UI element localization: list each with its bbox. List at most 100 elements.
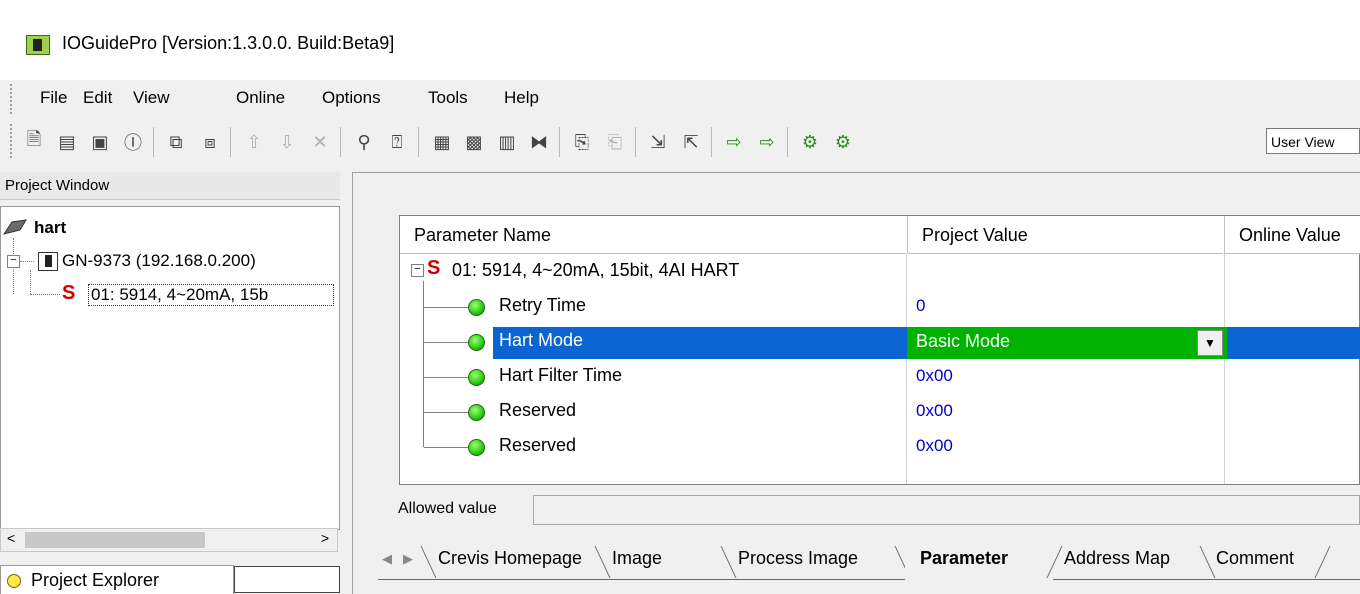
param-value[interactable]: 0x00 [916, 401, 953, 421]
column-header-project-value[interactable]: Project Value [907, 216, 1223, 254]
monitor-icon[interactable]: ⚙ [798, 130, 822, 154]
allowed-value-field [533, 495, 1360, 525]
menu-file[interactable]: File [40, 88, 67, 108]
tab-address-map[interactable]: Address Map [1064, 548, 1170, 569]
scroll-thumb[interactable] [25, 532, 205, 548]
toolbar-separator [635, 127, 636, 157]
status-led-icon [468, 439, 485, 456]
module-row-label[interactable]: 01: 5914, 4~20mA, 15bit, 4AI HART [452, 260, 739, 281]
tab-image[interactable]: Image [612, 548, 662, 569]
status-led-icon [468, 334, 485, 351]
project-explorer-label: Project Explorer [31, 570, 160, 590]
read-icon[interactable]: ⇨ [722, 130, 746, 154]
tree-line [30, 294, 60, 296]
menu-online[interactable]: Online [236, 88, 285, 108]
toolbar-separator [711, 127, 712, 157]
io-config-icon[interactable]: ▦ [430, 130, 454, 154]
scroll-left-icon[interactable]: < [7, 530, 15, 546]
tree-connector [424, 377, 470, 378]
copy-icon[interactable]: ⎘ [570, 130, 594, 154]
menu-help[interactable]: Help [504, 88, 539, 108]
tab-scroll-right-icon[interactable]: ▶ [403, 551, 413, 567]
param-value[interactable]: 0x00 [916, 366, 953, 386]
delete-icon[interactable]: ✕ [308, 130, 332, 154]
project-window-header: Project Window [0, 172, 340, 200]
status-led-icon [468, 404, 485, 421]
module-s-icon: S [62, 282, 76, 304]
move-down-icon[interactable]: ⇩ [275, 130, 299, 154]
io-upload-icon[interactable]: ▩ [462, 130, 486, 154]
explorer-icon [7, 574, 21, 589]
param-value[interactable]: 0 [916, 296, 925, 316]
param-name[interactable]: Reserved [499, 400, 576, 421]
write-icon[interactable]: ⇨ [755, 130, 779, 154]
param-value[interactable]: 0x00 [916, 436, 953, 456]
scroll-right-icon[interactable]: > [321, 530, 329, 546]
open-file-icon[interactable]: ▤ [55, 130, 79, 154]
connect-icon[interactable]: ⇲ [646, 130, 670, 154]
menu-bar [0, 80, 1360, 118]
param-name[interactable]: Hart Mode [499, 330, 583, 351]
toolbar-separator [153, 127, 154, 157]
dropdown-arrow-icon[interactable]: ▼ [1197, 330, 1223, 356]
menu-view[interactable]: View [133, 88, 170, 108]
tree-module[interactable]: 01: 5914, 4~20mA, 15b [88, 284, 334, 306]
add-module-icon[interactable]: ⧉ [164, 130, 188, 154]
tree-connector [423, 281, 424, 447]
param-name[interactable]: Retry Time [499, 295, 586, 316]
column-divider [906, 254, 907, 484]
compare-icon[interactable]: ⧓ [527, 130, 551, 154]
toolbar-separator [559, 127, 560, 157]
column-divider [1224, 254, 1225, 484]
toolbar-grip [10, 124, 14, 158]
toolbar-separator [787, 127, 788, 157]
settings-icon[interactable]: ⚙ [831, 130, 855, 154]
menu-grip [10, 84, 14, 114]
disconnect-icon[interactable]: ⇱ [679, 130, 703, 154]
tab-scroll-left-icon[interactable]: ◀ [382, 551, 392, 567]
column-header-name[interactable]: Parameter Name [400, 216, 906, 254]
add-device-icon[interactable]: ⧈ [198, 130, 222, 154]
help-icon[interactable]: Ⓘ [121, 130, 145, 154]
tab-crevis-homepage[interactable]: Crevis Homepage [438, 548, 582, 569]
io-download-icon[interactable]: ▥ [495, 130, 519, 154]
tree-line [30, 270, 32, 294]
tab-strip-line [378, 579, 1360, 580]
tree-device[interactable]: GN-9373 (192.168.0.200) [62, 251, 256, 271]
collapse-icon[interactable]: − [411, 264, 424, 277]
param-name[interactable]: Hart Filter Time [499, 365, 622, 386]
save-icon[interactable]: ▣ [88, 130, 112, 154]
tab-comment[interactable]: Comment [1216, 548, 1294, 569]
tab-process-image[interactable]: Process Image [738, 548, 858, 569]
param-name[interactable]: Reserved [499, 435, 576, 456]
view-select[interactable]: User View [1266, 128, 1360, 154]
project-explorer-tab[interactable]: Project Explorer [0, 565, 234, 594]
tree-connector [424, 447, 470, 448]
move-up-icon[interactable]: ⇧ [242, 130, 266, 154]
scan-icon[interactable]: ⚲ [352, 130, 376, 154]
column-header-online-value[interactable]: Online Value [1224, 216, 1360, 254]
status-led-icon [468, 369, 485, 386]
param-value-select[interactable]: Basic Mode [916, 331, 1010, 352]
new-file-icon[interactable]: 🗎 [22, 129, 46, 154]
module-s-icon: S [427, 257, 441, 279]
menu-edit[interactable]: Edit [83, 88, 112, 108]
tab-parameter[interactable]: Parameter [920, 548, 1008, 569]
tree-line [20, 261, 34, 263]
project-root-icon [2, 219, 27, 235]
tree-root[interactable]: hart [34, 218, 66, 238]
device-icon [38, 252, 58, 271]
tree-connector [424, 307, 470, 308]
menu-tools[interactable]: Tools [428, 88, 468, 108]
toolbar-separator [418, 127, 419, 157]
tree-connector [424, 342, 470, 343]
paste-icon[interactable]: ⎗ [603, 130, 627, 154]
identify-icon[interactable]: ⍰ [385, 130, 409, 154]
window-title: IOGuidePro [Version:1.3.0.0. Build:Beta9… [62, 33, 395, 53]
toolbar-separator [340, 127, 341, 157]
horizontal-scrollbar[interactable]: < > [0, 528, 338, 552]
menu-options[interactable]: Options [322, 88, 381, 108]
app-icon [26, 35, 50, 55]
collapse-icon[interactable]: − [7, 255, 20, 268]
tree-connector [424, 412, 470, 413]
